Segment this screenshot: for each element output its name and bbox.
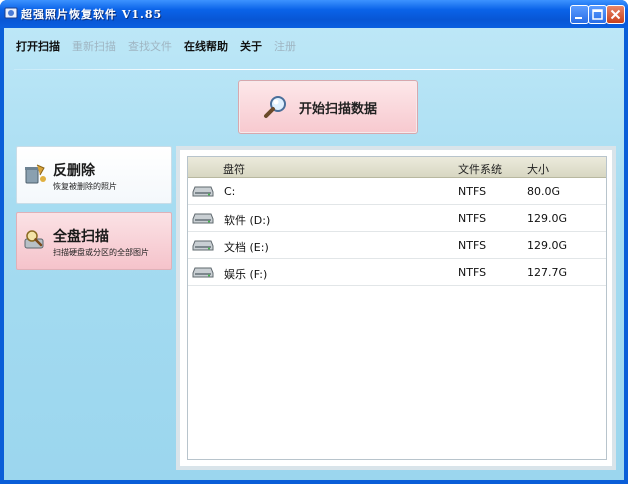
client-area: 打开扫描 重新扫描 查找文件 在线帮助 关于 注册 开始扫描数据 反删除 恢复被… [4,28,624,480]
menu-bar: 打开扫描 重新扫描 查找文件 在线帮助 关于 注册 [16,38,296,54]
full-scan-title: 全盘扫描 [53,229,109,245]
drive-name: 软件 (D:) [224,214,271,227]
full-scan-button[interactable]: 全盘扫描 扫描硬盘或分区的全部图片 [16,212,172,270]
drive-filesystem: NTFS [458,185,487,198]
drive-size: 129.0G [527,212,568,225]
drive-list: 盘符 文件系统 大小 C: NTFS 80.0G 软件 (D:) NTFS 12… [187,156,607,460]
close-icon [610,9,621,20]
undelete-button[interactable]: 反删除 恢复被删除的照片 [16,146,172,204]
drive-filesystem: NTFS [458,266,487,279]
menu-about[interactable]: 关于 [240,38,262,54]
header-filesystem[interactable]: 文件系统 [458,161,502,177]
magnifier-icon [264,96,286,118]
full-scan-desc: 扫描硬盘或分区的全部图片 [53,248,149,257]
menu-find-files: 查找文件 [128,40,172,53]
drive-panel: 盘符 文件系统 大小 C: NTFS 80.0G 软件 (D:) NTFS 12… [176,146,616,470]
menu-register: 注册 [274,40,296,53]
close-button[interactable] [606,5,625,24]
hard-disk-icon [192,267,214,278]
undelete-desc: 恢复被删除的照片 [53,182,117,191]
app-window: 超强照片恢复软件 V1.85 打开扫描 重新扫描 查找文件 在线帮助 关于 注册 [0,0,628,484]
undelete-title: 反删除 [53,163,95,179]
title-bar[interactable]: 超强照片恢复软件 V1.85 [0,0,628,28]
start-scan-label: 开始扫描数据 [299,102,378,117]
hard-disk-icon [192,186,214,197]
drive-filesystem: NTFS [458,212,487,225]
window-title: 超强照片恢复软件 V1.85 [21,8,163,21]
hard-disk-icon [192,240,214,251]
header-drive[interactable]: 盘符 [223,161,245,177]
table-header: 盘符 文件系统 大小 [188,157,606,178]
start-scan-button[interactable]: 开始扫描数据 [238,80,418,134]
maximize-button[interactable] [588,5,607,24]
hard-disk-icon [192,213,214,224]
drive-size: 129.0G [527,239,568,252]
header-size[interactable]: 大小 [527,161,549,177]
table-row[interactable]: C: NTFS 80.0G [188,178,606,205]
minimize-icon [575,17,582,19]
menu-divider [14,69,614,70]
app-icon [4,7,18,19]
drive-name: 娱乐 (F:) [224,268,268,281]
drive-name: C: [224,185,236,198]
minimize-button[interactable] [570,5,589,24]
table-row[interactable]: 软件 (D:) NTFS 129.0G [188,205,606,232]
drive-size: 127.7G [527,266,568,279]
drive-filesystem: NTFS [458,239,487,252]
menu-rescan: 重新扫描 [72,40,116,53]
drive-name: 文档 (E:) [224,241,269,254]
drive-size: 80.0G [527,185,561,198]
table-row[interactable]: 文档 (E:) NTFS 129.0G [188,232,606,259]
menu-open-scan[interactable]: 打开扫描 [16,38,60,54]
recycle-icon [25,164,46,184]
search-disk-icon [24,230,44,249]
menu-online-help[interactable]: 在线帮助 [184,38,228,54]
maximize-icon [592,9,603,20]
table-row[interactable]: 娱乐 (F:) NTFS 127.7G [188,259,606,286]
